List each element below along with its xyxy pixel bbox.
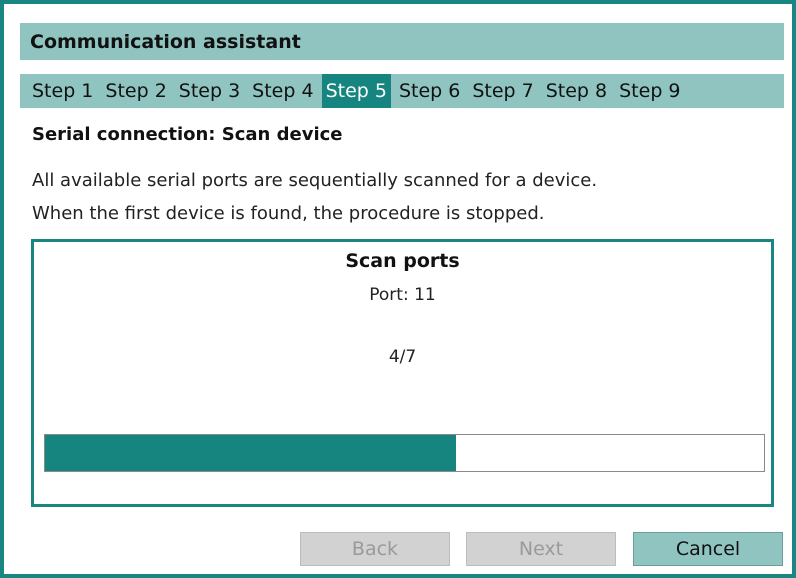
step-label: Step 7 xyxy=(472,80,534,102)
step-label: Step 8 xyxy=(545,80,608,102)
step-label: Step 3 xyxy=(178,80,241,102)
tab-step-2[interactable]: Step 2 xyxy=(101,74,170,108)
page-description: All available serial ports are sequentia… xyxy=(32,164,597,230)
cancel-button[interactable]: Cancel xyxy=(633,532,783,566)
tab-step-8[interactable]: Step 8 xyxy=(542,74,611,108)
step-label: Step 5 xyxy=(325,80,387,102)
step-label: Step 1 xyxy=(32,80,94,102)
tab-step-3[interactable]: Step 3 xyxy=(175,74,244,108)
window-title: Communication assistant xyxy=(30,30,301,53)
tab-step-6[interactable]: Step 6 xyxy=(395,74,464,108)
tab-step-4[interactable]: Step 4 xyxy=(248,74,317,108)
step-label: Step 6 xyxy=(398,80,461,102)
next-button[interactable]: Next xyxy=(466,532,616,566)
page-heading: Serial connection: Scan device xyxy=(32,124,343,145)
scan-progress-bar xyxy=(44,434,765,472)
step-tabs: Step 1 Step 2 Step 3 Step 4 Step 5 Step … xyxy=(20,74,784,108)
window-title-bar: Communication assistant xyxy=(20,23,784,60)
communication-assistant-window: Communication assistant Step 1 Step 2 St… xyxy=(0,0,796,578)
step-label: Step 2 xyxy=(105,80,167,102)
description-line-2: When the first device is found, the proc… xyxy=(32,203,545,224)
tab-step-1[interactable]: Step 1 xyxy=(28,74,97,108)
scan-title: Scan ports xyxy=(345,250,460,272)
scan-panel: Scan ports Port: 11 4/7 xyxy=(31,239,774,507)
step-label: Step 4 xyxy=(252,80,314,102)
back-button[interactable]: Back xyxy=(300,532,450,566)
scan-progress-fill xyxy=(45,435,456,471)
tab-step-9[interactable]: Step 9 xyxy=(615,74,684,108)
tab-step-5[interactable]: Step 5 xyxy=(321,74,391,108)
description-line-1: All available serial ports are sequentia… xyxy=(32,170,598,191)
scan-port-text: Port: 11 xyxy=(369,285,436,305)
scan-count-text: 4/7 xyxy=(388,347,417,367)
step-label: Step 9 xyxy=(619,80,681,102)
tab-step-7[interactable]: Step 7 xyxy=(468,74,537,108)
